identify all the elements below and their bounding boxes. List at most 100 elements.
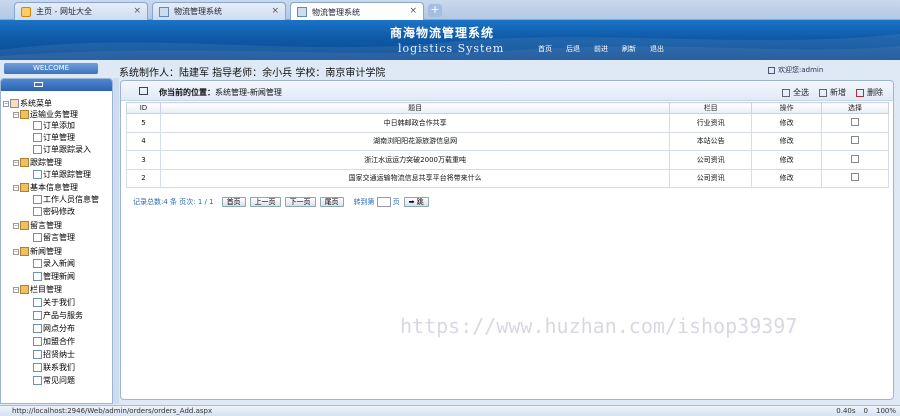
tree-group-columns[interactable]: − 栏目管理 bbox=[13, 284, 62, 295]
collapse-toggle-icon[interactable]: − bbox=[13, 248, 19, 255]
tree-item-news-add[interactable]: 录入新闻 bbox=[33, 258, 75, 269]
col-select: 选择 bbox=[821, 102, 889, 114]
row-checkbox[interactable] bbox=[851, 173, 860, 182]
sidebar-splitter[interactable] bbox=[113, 78, 119, 404]
page-unit-label: 页 bbox=[392, 198, 400, 206]
document-icon bbox=[33, 207, 42, 216]
app-subtitle: logistics System bbox=[398, 42, 505, 55]
document-icon bbox=[33, 259, 42, 268]
close-icon[interactable]: × bbox=[133, 6, 141, 16]
new-tab-button[interactable]: + bbox=[428, 4, 442, 17]
status-zoom[interactable]: 100% bbox=[876, 407, 896, 415]
tree-item-news-manage[interactable]: 管理新闻 bbox=[33, 271, 75, 282]
breadcrumb: 你当前的位置：系统管理-新闻管理 bbox=[159, 88, 282, 97]
edit-link[interactable]: 修改 bbox=[751, 113, 823, 133]
cell-select bbox=[821, 131, 889, 151]
tree-group-basic-info[interactable]: − 基本信息管理 bbox=[13, 182, 78, 193]
collapse-toggle-icon[interactable]: − bbox=[13, 184, 19, 191]
folder-icon bbox=[20, 183, 29, 192]
prev-page-button[interactable]: 上一页 bbox=[249, 197, 281, 207]
edit-link[interactable]: 修改 bbox=[751, 131, 823, 151]
tree-item-order-add[interactable]: 订单添加 bbox=[33, 120, 75, 131]
go-button[interactable]: ➡ 跳 bbox=[403, 197, 429, 207]
browser-tab-logistics-2[interactable]: 物流管理系统 × bbox=[290, 2, 424, 21]
cell-select bbox=[821, 113, 889, 133]
select-all-button[interactable]: 全选 bbox=[782, 87, 809, 98]
collapse-toggle-icon[interactable]: − bbox=[13, 159, 19, 166]
collapse-toggle-icon[interactable]: − bbox=[13, 111, 19, 118]
close-icon[interactable]: × bbox=[271, 6, 279, 16]
tree-group-tracking[interactable]: − 跟踪管理 bbox=[13, 157, 62, 168]
credit-line: 系统制作人：陆建军 指导老师：余小兵 学校：南京审计学院 bbox=[119, 68, 386, 79]
collapse-toggle-icon[interactable]: − bbox=[13, 286, 19, 293]
add-button[interactable]: 新增 bbox=[819, 87, 846, 98]
nav-home[interactable]: 首页 bbox=[538, 44, 552, 54]
folder-icon bbox=[20, 158, 29, 167]
panel-header: 你当前的位置：系统管理-新闻管理 全选 新增 删除 bbox=[121, 81, 893, 101]
tree-item-staff-info[interactable]: 工作人员信息管 bbox=[33, 194, 99, 205]
collapse-icon[interactable] bbox=[34, 82, 43, 87]
close-icon[interactable]: × bbox=[409, 6, 417, 16]
pagination: 记录总数:4 条 页次: 1 / 1 首页 上一页 下一页 尾页 转到第 页 ➡… bbox=[133, 197, 433, 207]
first-page-button[interactable]: 首页 bbox=[221, 197, 246, 207]
edit-link[interactable]: 修改 bbox=[751, 150, 823, 170]
tree-item-franchise[interactable]: 加盟合作 bbox=[33, 336, 75, 347]
nav-logout[interactable]: 退出 bbox=[650, 44, 664, 54]
tree-item-password[interactable]: 密码修改 bbox=[33, 206, 75, 217]
news-table: ID 题目 栏目 操作 选择 5 中日韩邮政合作共享 行业资讯 修改 4 湖南浏… bbox=[126, 102, 889, 188]
collapse-toggle-icon[interactable]: − bbox=[13, 222, 19, 229]
tree-item-order-track-manage[interactable]: 订单跟踪管理 bbox=[33, 169, 91, 180]
cell-category: 行业资讯 bbox=[669, 113, 753, 133]
document-icon bbox=[33, 363, 42, 372]
top-nav: 首页 后退 前进 刷新 退出 bbox=[538, 44, 678, 54]
cell-title[interactable]: 浙江水运运力突破2000万载重吨 bbox=[159, 150, 671, 170]
tab-label: 物流管理系统 bbox=[174, 7, 222, 16]
tree-group-news[interactable]: − 新闻管理 bbox=[13, 246, 62, 257]
tree-item-contact[interactable]: 联系我们 bbox=[33, 362, 75, 373]
cell-category: 本站公告 bbox=[669, 131, 753, 151]
cell-title[interactable]: 国家交通运输物流信息共享平台将带来什么 bbox=[159, 168, 671, 188]
row-checkbox[interactable] bbox=[851, 117, 860, 126]
status-bar: http://localhost:2946/Web/admin/orders/o… bbox=[0, 405, 900, 416]
page-number-input[interactable] bbox=[376, 197, 391, 207]
row-checkbox[interactable] bbox=[851, 136, 860, 145]
nav-back[interactable]: 后退 bbox=[566, 44, 580, 54]
cell-title[interactable]: 中日韩邮政合作共享 bbox=[159, 113, 671, 133]
tree-item-network[interactable]: 网点分布 bbox=[33, 323, 75, 334]
goto-label: 转到第 bbox=[353, 198, 375, 206]
tree-item-products[interactable]: 产品与服务 bbox=[33, 310, 83, 321]
welcome-user: 欢迎您:admin bbox=[768, 65, 823, 75]
nav-forward[interactable]: 前进 bbox=[594, 44, 608, 54]
next-page-button[interactable]: 下一页 bbox=[284, 197, 316, 207]
edit-link[interactable]: 修改 bbox=[751, 168, 823, 188]
tree-item-order-track-entry[interactable]: 订单跟踪录入 bbox=[33, 144, 91, 155]
welcome-label: WELCOME bbox=[32, 64, 70, 72]
cell-title[interactable]: 湖南浏阳阳花源旅游信息网 bbox=[159, 131, 671, 151]
monitor-icon bbox=[139, 87, 148, 95]
browser-tab-home[interactable]: 主页 - 网址大全 × bbox=[14, 2, 148, 20]
tree-item-faq[interactable]: 常见问题 bbox=[33, 375, 75, 386]
browser-tab-logistics-1[interactable]: 物流管理系统 × bbox=[152, 2, 286, 20]
tree-item-message-manage[interactable]: 留言管理 bbox=[33, 232, 75, 243]
sidebar-header bbox=[1, 79, 112, 91]
tree-root[interactable]: − 系统菜单 bbox=[3, 98, 52, 109]
document-icon bbox=[33, 133, 42, 142]
tree-item-about[interactable]: 关于我们 bbox=[33, 297, 75, 308]
tree-group-messages[interactable]: − 留言管理 bbox=[13, 220, 62, 231]
tree-group-transport[interactable]: − 运输业务管理 bbox=[13, 109, 78, 120]
cell-id: 5 bbox=[126, 113, 161, 133]
nav-refresh[interactable]: 刷新 bbox=[622, 44, 636, 54]
tab-label: 物流管理系统 bbox=[312, 7, 360, 17]
tree-item-recruit[interactable]: 招贤纳士 bbox=[33, 349, 75, 360]
document-icon bbox=[33, 121, 42, 130]
cell-category: 公司资讯 bbox=[669, 150, 753, 170]
table-header-row: ID 题目 栏目 操作 选择 bbox=[126, 102, 889, 114]
status-time: 0.40s bbox=[836, 407, 856, 415]
app-title: 商海物流管理系统 bbox=[390, 26, 495, 40]
collapse-toggle-icon[interactable]: − bbox=[3, 100, 9, 107]
delete-button[interactable]: 删除 bbox=[856, 87, 883, 98]
tree-item-order-manage[interactable]: 订单管理 bbox=[33, 132, 75, 143]
row-checkbox[interactable] bbox=[851, 154, 860, 163]
document-icon bbox=[33, 170, 42, 179]
last-page-button[interactable]: 尾页 bbox=[319, 197, 344, 207]
